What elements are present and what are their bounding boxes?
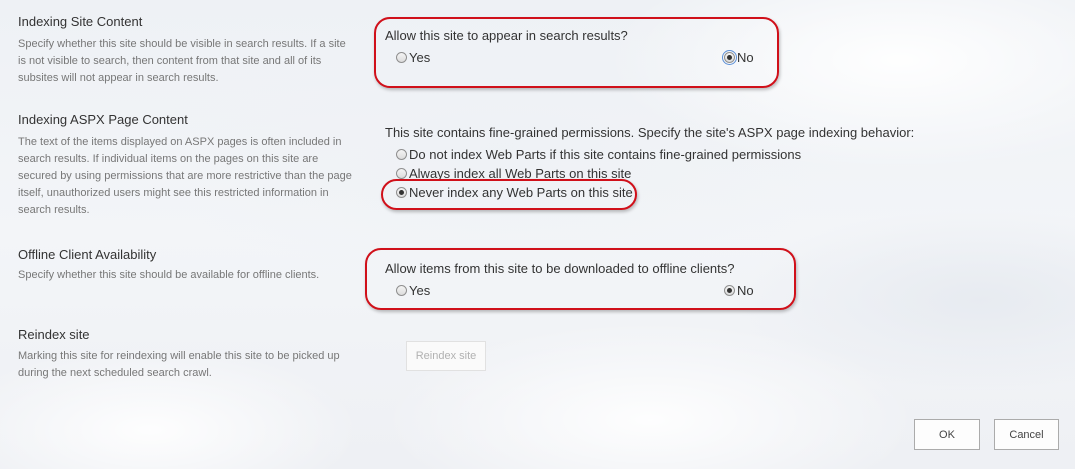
- indexing-site-content-description: Specify whether this site should be visi…: [18, 38, 346, 84]
- offline-yes-option[interactable]: Yes: [396, 282, 430, 298]
- reindex-site-title: Reindex site: [18, 327, 90, 342]
- search-yes-radio[interactable]: [396, 51, 407, 63]
- offline-client-title: Offline Client Availability: [18, 247, 157, 262]
- offline-yes-label: Yes: [409, 282, 431, 298]
- aspx-do-not-index-radio[interactable]: [396, 148, 407, 160]
- offline-no-radio[interactable]: [724, 284, 735, 296]
- ok-button[interactable]: OK: [914, 419, 980, 450]
- highlight-annotation-aspx: [381, 179, 637, 210]
- aspx-do-not-index-label: Do not index Web Parts if this site cont…: [409, 146, 802, 162]
- indexing-site-content-title: Indexing Site Content: [18, 14, 143, 29]
- search-results-question: Allow this site to appear in search resu…: [385, 28, 628, 43]
- search-yes-option[interactable]: Yes: [396, 49, 430, 65]
- offline-no-label: No: [737, 282, 754, 298]
- highlight-annotation-offline: [365, 248, 796, 310]
- aspx-always-index-radio[interactable]: [396, 167, 407, 179]
- search-no-option[interactable]: No: [722, 49, 754, 65]
- indexing-aspx-description: The text of the items displayed on ASPX …: [18, 136, 352, 216]
- offline-client-description: Specify whether this site should be avai…: [18, 269, 320, 281]
- offline-yes-radio[interactable]: [396, 284, 407, 296]
- offline-no-option[interactable]: No: [724, 282, 754, 298]
- offline-question: Allow items from this site to be downloa…: [385, 261, 735, 276]
- aspx-indexing-question: This site contains fine-grained permissi…: [385, 125, 915, 140]
- search-no-radio[interactable]: [722, 49, 737, 65]
- search-yes-label: Yes: [409, 49, 431, 65]
- reindex-site-description: Marking this site for reindexing will en…: [18, 350, 340, 379]
- search-no-label: No: [737, 49, 754, 65]
- indexing-aspx-title: Indexing ASPX Page Content: [18, 112, 188, 127]
- reindex-site-button[interactable]: Reindex site: [406, 341, 486, 371]
- aspx-option-do-not-index[interactable]: Do not index Web Parts if this site cont…: [396, 146, 801, 162]
- cancel-button[interactable]: Cancel: [994, 419, 1059, 450]
